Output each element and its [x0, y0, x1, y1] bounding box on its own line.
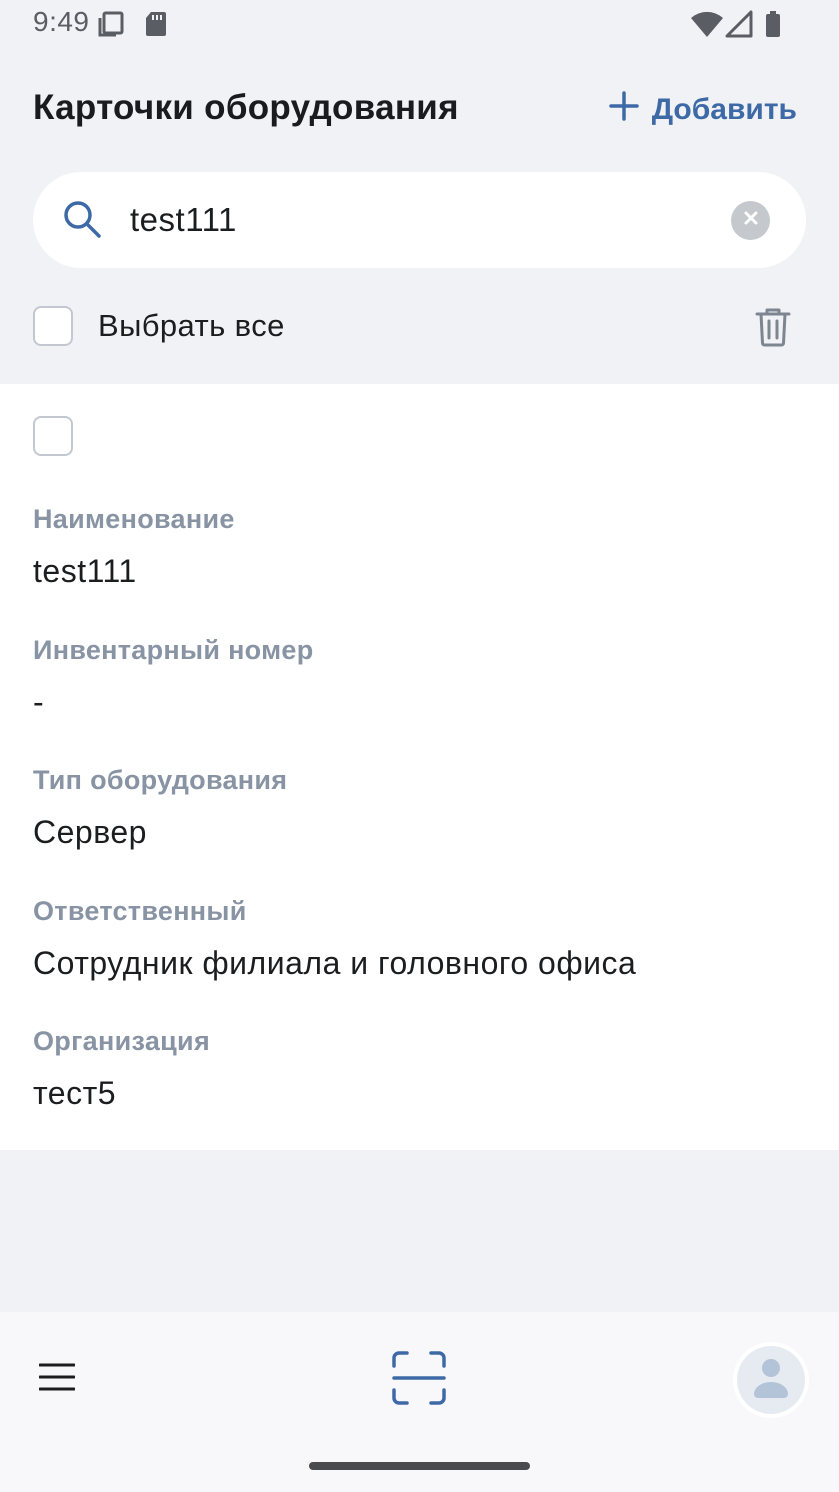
card-checkbox[interactable] — [33, 416, 73, 456]
wifi-icon — [690, 10, 724, 43]
trash-icon — [754, 308, 792, 352]
field-label-name: Наименование — [33, 504, 235, 534]
clear-search-button[interactable] — [731, 201, 770, 240]
status-time: 9:49 — [33, 6, 90, 37]
select-all-label: Выбрать все — [98, 308, 285, 343]
status-bar: 9:49 — [0, 0, 839, 50]
home-indicator[interactable] — [309, 1462, 530, 1470]
profile-button[interactable] — [737, 1346, 805, 1414]
search-input[interactable] — [130, 194, 690, 246]
select-all-checkbox[interactable] — [33, 306, 73, 346]
screenshot-icon — [97, 10, 125, 43]
sd-card-icon — [144, 10, 168, 43]
page-title: Карточки оборудования — [33, 88, 459, 127]
field-label-organization: Организация — [33, 1026, 210, 1056]
add-button-label: Добавить — [651, 93, 797, 126]
search-bar — [33, 172, 806, 268]
field-value-equipment-type: Сервер — [33, 814, 147, 850]
field-label-inventory-number: Инвентарный номер — [33, 635, 314, 665]
field-value-inventory-number: - — [33, 684, 45, 720]
field-label-responsible: Ответственный — [33, 896, 247, 926]
field-label-equipment-type: Тип оборудования — [33, 765, 288, 795]
bottom-navigation — [0, 1312, 839, 1492]
menu-icon — [38, 1363, 76, 1396]
menu-button[interactable] — [38, 1362, 76, 1397]
plus-icon — [608, 90, 640, 130]
scan-icon — [391, 1351, 447, 1410]
field-value-responsible: Сотрудник филиала и головного офиса — [33, 945, 637, 981]
cellular-signal-icon — [724, 10, 754, 43]
delete-button[interactable] — [754, 306, 792, 353]
profile-avatar-icon — [753, 1356, 789, 1405]
battery-icon — [764, 10, 782, 43]
equipment-cards-screen: 9:49 Карточки оборудования Добавить test… — [0, 0, 839, 1492]
clear-icon — [743, 210, 759, 231]
search-icon — [61, 198, 103, 245]
field-value-name: test111 — [33, 553, 137, 589]
add-button[interactable]: Добавить — [608, 88, 797, 132]
equipment-card[interactable]: Наименование test111 Инвентарный номер -… — [0, 384, 839, 1150]
field-value-organization: тест5 — [33, 1075, 117, 1111]
scan-button[interactable] — [391, 1350, 447, 1411]
